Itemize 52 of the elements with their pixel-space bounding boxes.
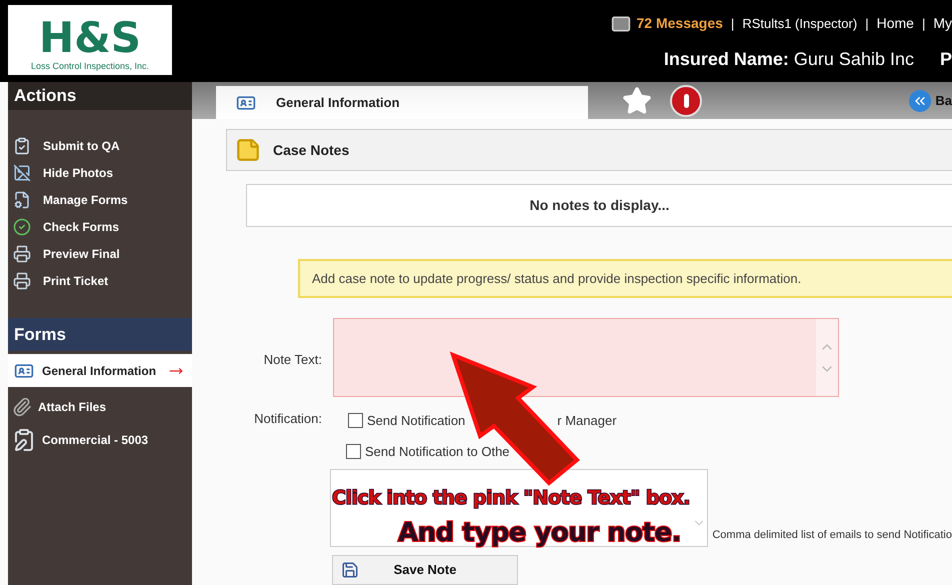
checkbox-label: Send Notification bbox=[367, 412, 466, 430]
save-note-button[interactable]: Save Note bbox=[332, 555, 518, 585]
back-icon bbox=[909, 90, 932, 112]
overlay-caption: And type your note. bbox=[398, 517, 681, 550]
check-circle-icon bbox=[13, 218, 31, 236]
checkbox[interactable] bbox=[348, 413, 363, 428]
checkbox[interactable] bbox=[346, 444, 361, 459]
field-label: Notification: bbox=[253, 411, 322, 428]
image-off-icon bbox=[13, 164, 31, 182]
separator: | bbox=[865, 14, 869, 33]
save-icon bbox=[341, 561, 359, 579]
sidebar-heading: Forms bbox=[14, 324, 66, 346]
separator: | bbox=[730, 14, 734, 33]
form-item[interactable]: General Information bbox=[8, 354, 192, 387]
sidebar-item[interactable]: Print Ticket bbox=[13, 271, 187, 290]
sidebar-item[interactable]: Submit to QA bbox=[13, 136, 187, 155]
overlay-caption: Click into the pink "Note Text" box. bbox=[332, 486, 690, 511]
section-title: Case Notes bbox=[273, 140, 350, 160]
empty-message: No notes to display... bbox=[530, 196, 670, 215]
file-gear-icon bbox=[13, 190, 31, 208]
field-hint: Comma delimited list of emails to send Notificatio bbox=[712, 528, 952, 542]
paperclip-icon bbox=[12, 396, 32, 416]
insured-name: Insured Name: Guru Sahib Inc bbox=[664, 48, 914, 71]
logo-mark: H&S bbox=[38, 16, 142, 60]
checkbox-label: r Manager bbox=[557, 412, 617, 430]
sidebar-item[interactable]: Preview Final bbox=[13, 244, 187, 263]
star-icon[interactable] bbox=[622, 86, 652, 116]
form-item[interactable]: Commercial - 5003 bbox=[8, 423, 192, 456]
clipboard-pencil-icon bbox=[12, 428, 36, 452]
separator: | bbox=[922, 14, 926, 33]
form-item[interactable]: Attach Files bbox=[8, 390, 192, 423]
sticky-note-icon bbox=[235, 137, 261, 163]
emails-field[interactable] bbox=[330, 469, 708, 547]
back-button[interactable]: Ba bbox=[909, 82, 952, 119]
sidebar-heading: Actions bbox=[14, 85, 76, 108]
nav-link[interactable]: My bbox=[933, 13, 952, 34]
alert-icon[interactable] bbox=[670, 85, 702, 117]
sidebar-item[interactable]: Hide Photos bbox=[13, 163, 187, 182]
nav-link[interactable]: Home bbox=[876, 13, 914, 34]
messages-link[interactable]: 72 Messages bbox=[636, 13, 723, 34]
tab[interactable]: General Information bbox=[216, 86, 588, 119]
printer-icon bbox=[13, 244, 31, 262]
header-text: P bbox=[940, 48, 952, 71]
sidebar-item[interactable]: Manage Forms bbox=[13, 190, 187, 209]
sidebar-item[interactable]: Check Forms bbox=[13, 217, 187, 236]
notice-text: Add case note to update progress/ status and provide inspection specific information. bbox=[312, 270, 802, 288]
field-label: Note Text: bbox=[262, 351, 322, 369]
clipboard-check-icon bbox=[13, 136, 31, 154]
logo-tagline: Loss Control Inspections, Inc. bbox=[30, 60, 150, 73]
checkbox-label: Send Notification to Othe bbox=[365, 442, 510, 460]
user-link[interactable]: RStults1 (Inspector) bbox=[742, 14, 858, 34]
printer-icon bbox=[13, 272, 31, 290]
